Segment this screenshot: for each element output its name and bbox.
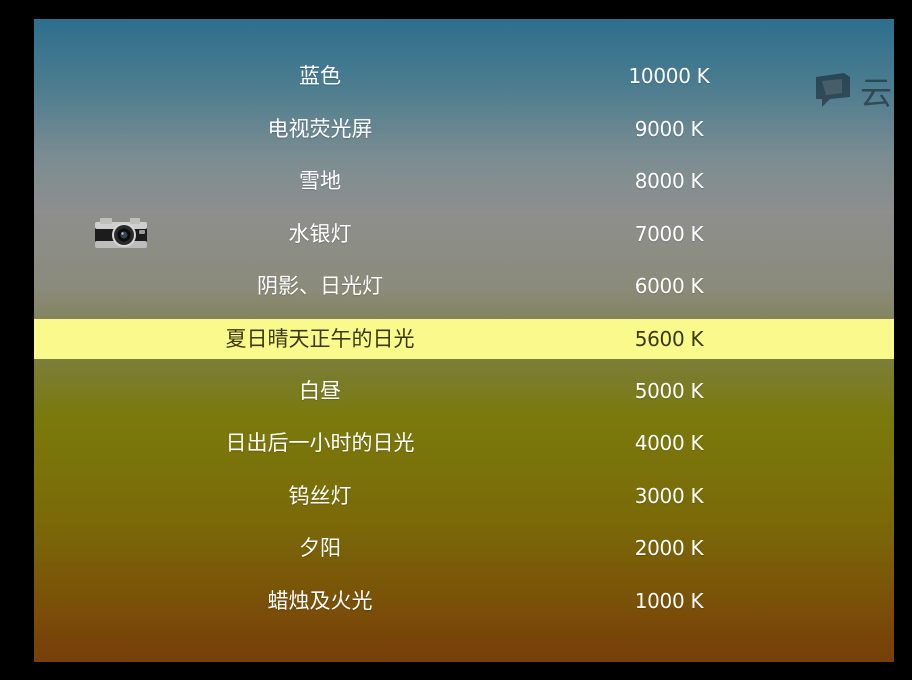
- color-temperature-value: 2000 K: [634, 536, 704, 560]
- camera-icon: [95, 218, 147, 248]
- table-row: 水银灯 7000 K: [34, 214, 894, 254]
- color-temperature-value: 9000 K: [634, 117, 704, 141]
- light-source-label: 日出后一小时的日光: [225, 431, 415, 455]
- color-temperature-value: 8000 K: [634, 169, 704, 193]
- light-source-label: 蓝色: [299, 64, 341, 88]
- table-row: 钨丝灯 3000 K: [34, 476, 894, 516]
- table-row: 白昼 5000 K: [34, 371, 894, 411]
- color-temperature-value: 3000 K: [634, 484, 704, 508]
- light-source-label: 雪地: [299, 169, 341, 193]
- watermark: 云: [814, 71, 894, 112]
- color-temperature-slide: 蓝色 10000 K 电视荧光屏 9000 K 雪地 8000 K 水银灯 70…: [34, 19, 894, 662]
- color-temperature-value: 4000 K: [634, 431, 704, 455]
- table-row: 雪地 8000 K: [34, 161, 894, 201]
- light-source-label: 夏日晴天正午的日光: [225, 327, 415, 351]
- watermark-text: 云: [860, 74, 893, 112]
- light-source-label: 夕阳: [299, 536, 341, 560]
- table-row: 日出后一小时的日光 4000 K: [34, 423, 894, 463]
- speech-bubble-icon: [816, 73, 850, 107]
- highlighted-table-row: 夏日晴天正午的日光 5600 K: [34, 319, 894, 359]
- table-row: 夕阳 2000 K: [34, 528, 894, 568]
- color-temperature-value: 5600 K: [634, 327, 704, 351]
- light-source-label: 蜡烛及火光: [267, 589, 373, 613]
- table-row: 阴影、日光灯 6000 K: [34, 266, 894, 306]
- light-source-label: 钨丝灯: [288, 484, 352, 508]
- light-source-label: 水银灯: [288, 222, 352, 246]
- light-source-label: 阴影、日光灯: [257, 274, 383, 298]
- color-temperature-value: 5000 K: [634, 379, 704, 403]
- table-row: 蓝色 10000 K: [34, 56, 894, 96]
- table-row: 电视荧光屏 9000 K: [34, 109, 894, 149]
- light-source-label: 电视荧光屏: [267, 117, 373, 141]
- color-temperature-value: 10000 K: [628, 64, 710, 88]
- color-temperature-value: 1000 K: [634, 589, 704, 613]
- light-source-label: 白昼: [299, 379, 341, 403]
- color-temperature-value: 7000 K: [634, 222, 704, 246]
- color-temperature-value: 6000 K: [634, 274, 704, 298]
- table-row: 蜡烛及火光 1000 K: [34, 581, 894, 621]
